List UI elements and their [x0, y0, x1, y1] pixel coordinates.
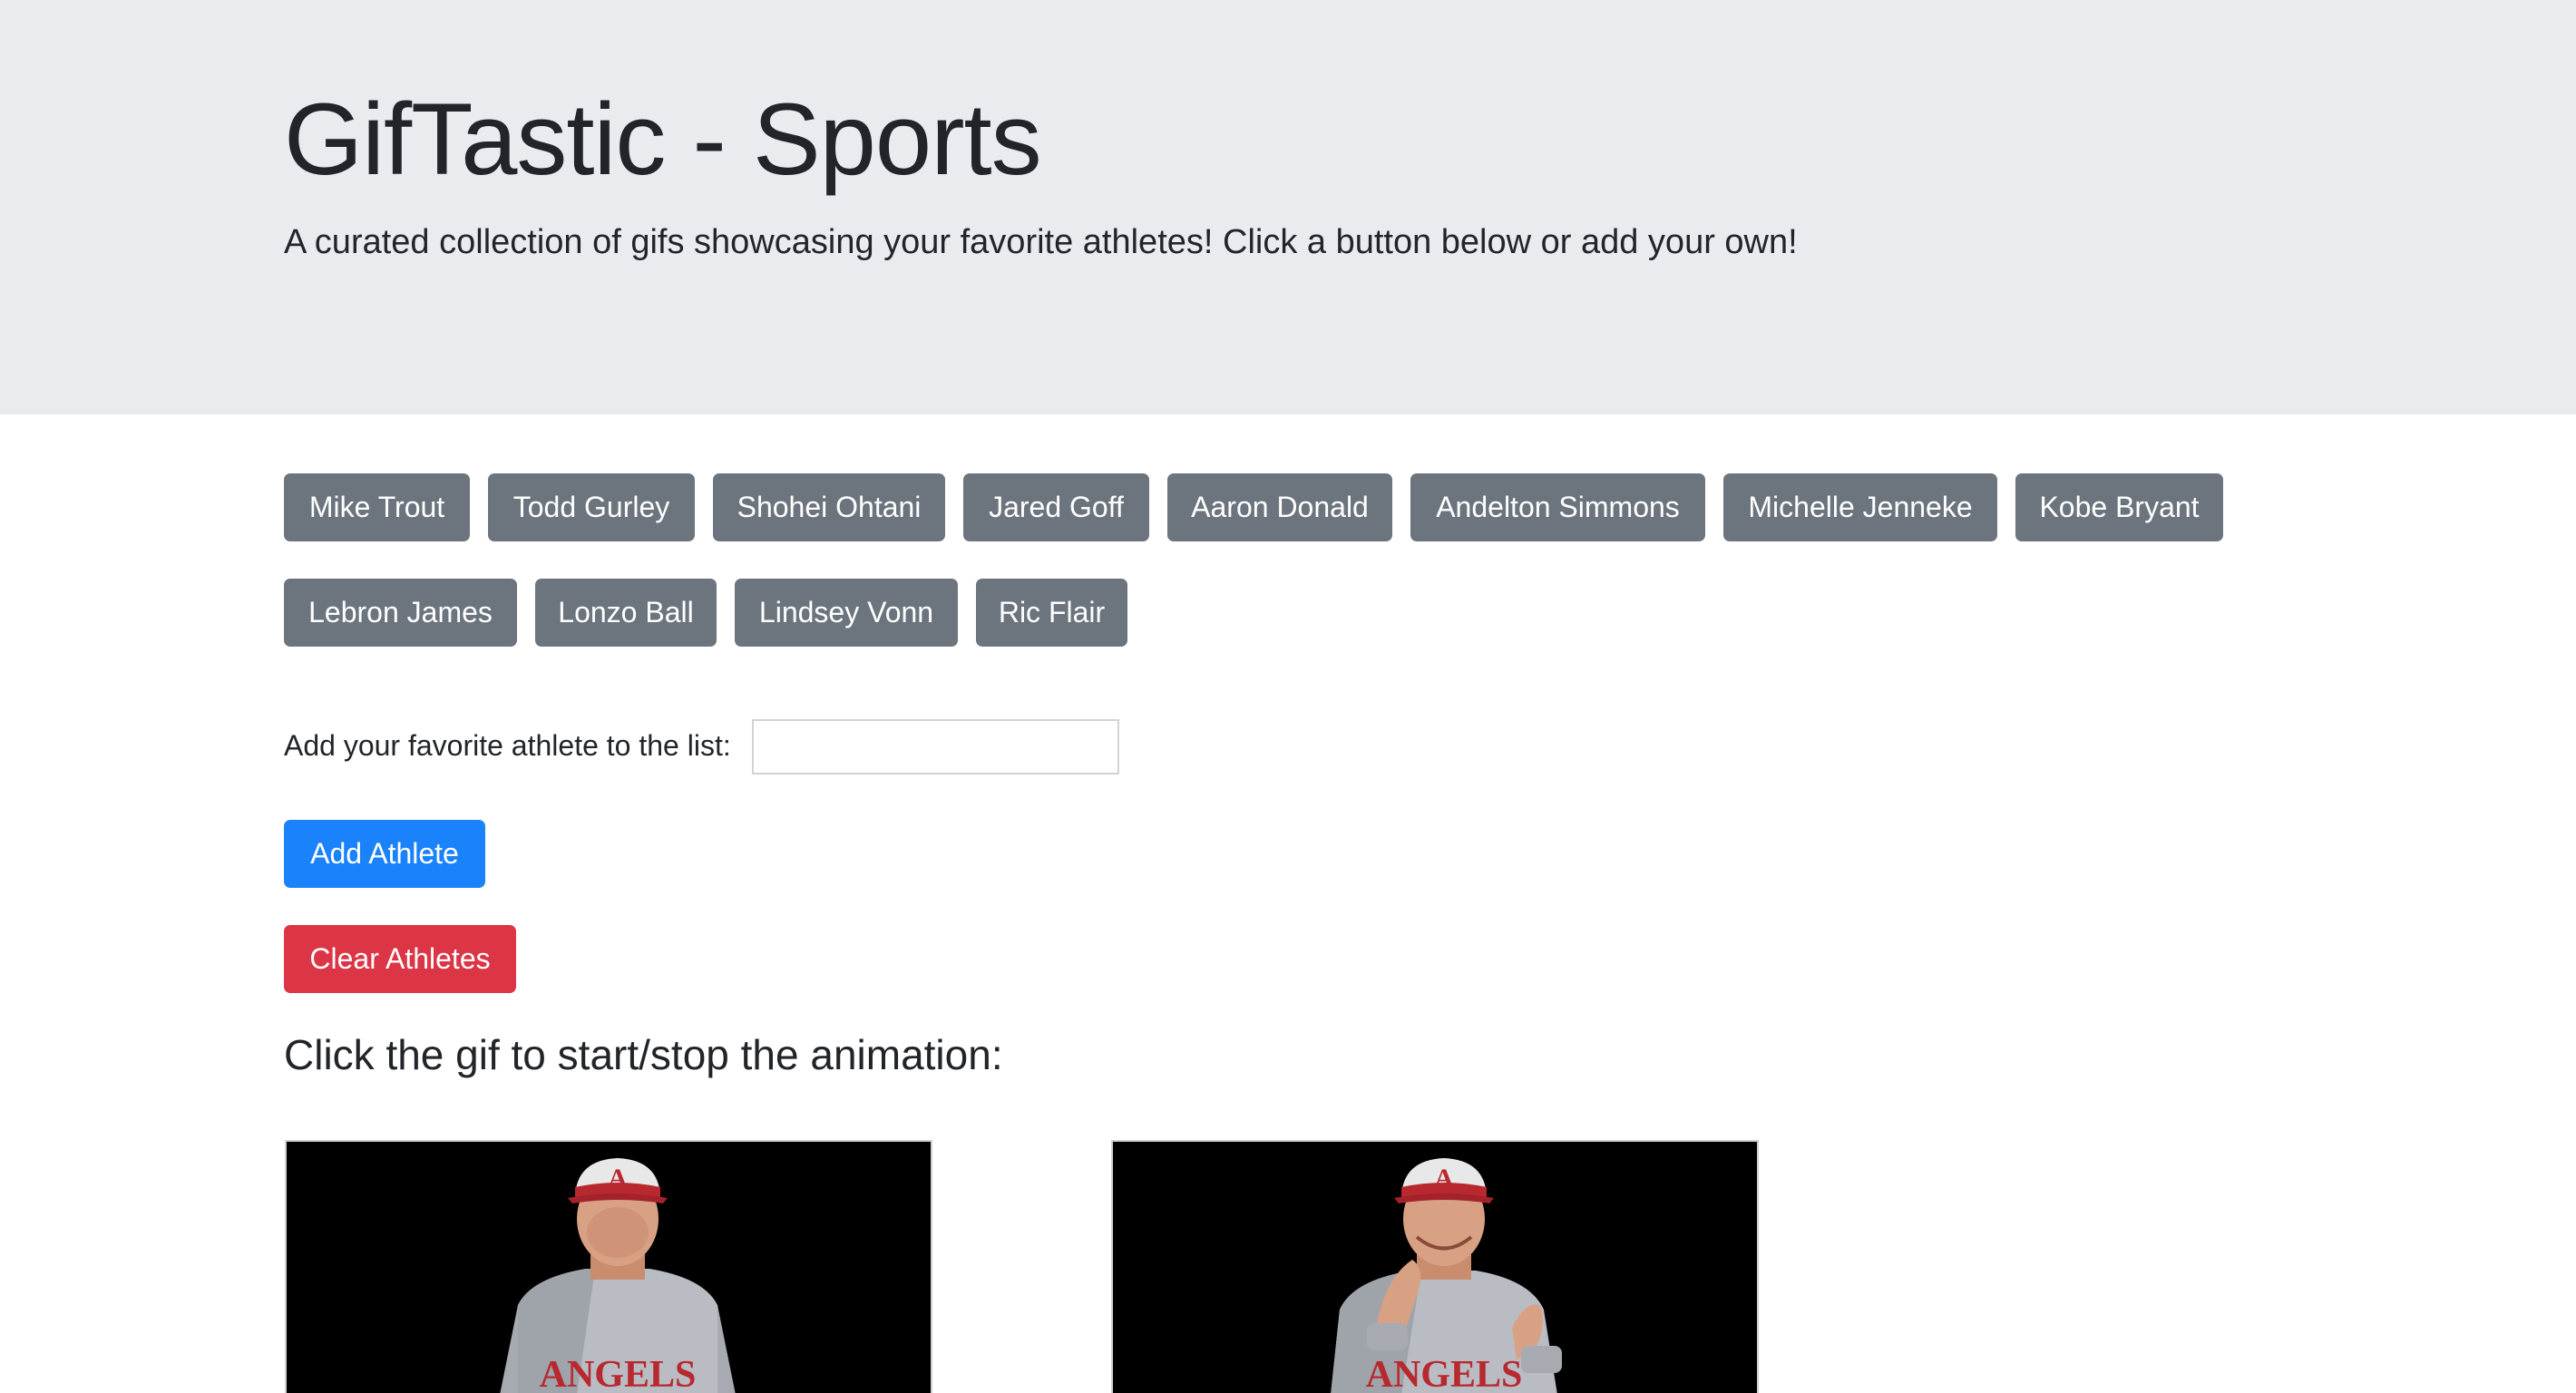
cap-logo: A [608, 1164, 628, 1193]
clear-athletes-button[interactable]: Clear Athletes [284, 925, 516, 993]
athlete-button-ric-flair[interactable]: Ric Flair [976, 579, 1127, 647]
athlete-button-jared-goff[interactable]: Jared Goff [963, 473, 1149, 541]
athlete-button-todd-gurley[interactable]: Todd Gurley [488, 473, 695, 541]
athlete-button-michelle-jenneke[interactable]: Michelle Jenneke [1723, 473, 1997, 541]
athlete-gif[interactable]: A ANGELS [285, 1140, 932, 1393]
athlete-input[interactable] [752, 719, 1119, 774]
athlete-button-lindsey-vonn[interactable]: Lindsey Vonn [735, 579, 958, 647]
jersey-text: ANGELS [1366, 1354, 1523, 1393]
gif-instructions: Click the gif to start/stop the animatio… [284, 1031, 1003, 1078]
athlete-button-andelton-simmons[interactable]: Andelton Simmons [1410, 473, 1705, 541]
athlete-gif[interactable]: A ANGELS [1111, 1140, 1759, 1393]
athlete-button-aaron-donald[interactable]: Aaron Donald [1167, 473, 1392, 541]
page-title: GifTastic - Sports [284, 83, 1042, 196]
page-lead: A curated collection of gifs showcasing … [284, 223, 1798, 261]
athlete-button-lebron-james[interactable]: Lebron James [284, 579, 517, 647]
athlete-button-kobe-bryant[interactable]: Kobe Bryant [2015, 473, 2223, 541]
baseball-player-image: A ANGELS [1113, 1142, 1757, 1393]
cap-logo: A [1434, 1164, 1454, 1193]
baseball-player-image: A ANGELS [287, 1142, 931, 1393]
add-athlete-button[interactable]: Add Athlete [284, 820, 485, 888]
add-athlete-label: Add your favorite athlete to the list: [284, 729, 731, 762]
athlete-button-mike-trout[interactable]: Mike Trout [284, 473, 470, 541]
athlete-button-lonzo-ball[interactable]: Lonzo Ball [535, 579, 717, 647]
jersey-text: ANGELS [540, 1354, 697, 1393]
athlete-button-shohei-ohtani[interactable]: Shohei Ohtani [713, 473, 945, 541]
jumbotron-header: GifTastic - Sports A curated collection … [0, 0, 2576, 414]
